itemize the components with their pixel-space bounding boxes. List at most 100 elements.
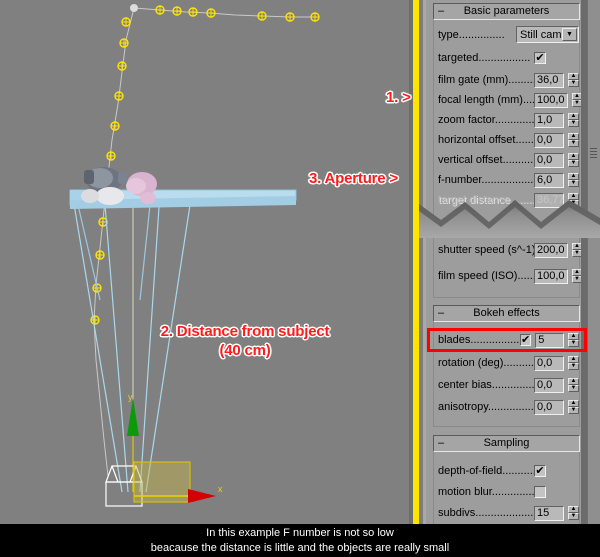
spinner-up-icon[interactable]: ▲ <box>568 399 579 407</box>
row-shutter-speed: shutter speed (s^-1). 200,0 ▲ ▼ <box>438 242 583 258</box>
focal-length-input[interactable]: 100,0 <box>534 92 568 108</box>
type-dropdown[interactable]: Still cam ▼ <box>516 26 579 43</box>
rollout-header-sampling[interactable]: – Sampling <box>433 435 580 452</box>
scrollbar-grip-icon[interactable] <box>590 148 597 162</box>
caption-line-1: In this example F number is not so low <box>206 527 394 539</box>
spinner-up-icon[interactable]: ▲ <box>568 72 579 80</box>
label-horizontal-offset: horizontal offset....... <box>438 134 537 146</box>
anisotropy-input[interactable]: 0,0 <box>534 399 564 415</box>
rollout-title: Sampling <box>483 437 530 449</box>
rollout-body-bokeh-effects: blades................. ✔ 5 ▲ ▼ rotation… <box>433 322 580 427</box>
panel-scrollbar[interactable] <box>587 0 600 557</box>
axis-x-arrow <box>133 461 216 503</box>
blades-checkbox[interactable]: ✔ <box>520 334 532 346</box>
label-vertical-offset: vertical offset........... <box>438 154 537 166</box>
camera-path-lower <box>93 7 135 477</box>
row-anisotropy: anisotropy................ 0,0 ▲ ▼ <box>438 399 579 415</box>
zoom-factor-spinner[interactable]: ▲ ▼ <box>568 112 579 128</box>
spinner-down-icon[interactable]: ▼ <box>568 119 579 127</box>
spinner-down-icon[interactable]: ▼ <box>568 384 579 392</box>
spinner-down-icon[interactable]: ▼ <box>568 139 579 147</box>
spinner-up-icon[interactable]: ▲ <box>568 332 579 340</box>
label-motion-blur: motion blur............... <box>438 486 538 498</box>
film-speed-input[interactable]: 100,0 <box>534 268 568 284</box>
targeted-checkbox[interactable]: ✔ <box>534 52 546 64</box>
subdivs-spinner[interactable]: ▲ ▼ <box>568 505 579 521</box>
rollout-title: Bokeh effects <box>473 307 540 319</box>
label-anisotropy: anisotropy................ <box>438 401 537 413</box>
f-number-input[interactable]: 6,0 <box>534 172 564 188</box>
spinner-up-icon[interactable]: ▲ <box>568 172 579 180</box>
rollout-header-basic-parameters[interactable]: – Basic parameters <box>433 3 580 20</box>
viewport-3d[interactable]: x y 2. Distance from subject (40 cm) <box>0 0 413 557</box>
spinner-down-icon[interactable]: ▼ <box>568 79 579 87</box>
label-blades: blades................. <box>438 334 523 346</box>
spinner-up-icon[interactable]: ▲ <box>568 377 579 385</box>
rotation-spinner[interactable]: ▲ ▼ <box>568 355 579 371</box>
film-gate-input[interactable]: 36,0 <box>534 72 564 88</box>
spinner-down-icon[interactable]: ▼ <box>568 339 579 347</box>
row-motion-blur: motion blur............... <box>438 484 579 500</box>
row-zoom-factor: zoom factor............... 1,0 ▲ ▼ <box>438 112 579 128</box>
row-blades: blades................. ✔ 5 ▲ ▼ <box>438 332 579 348</box>
blades-spinner[interactable]: ▲ ▼ <box>568 332 579 348</box>
rotation-input[interactable]: 0,0 <box>534 355 564 371</box>
collapse-icon[interactable]: – <box>438 4 444 19</box>
rollout-header-bokeh-effects[interactable]: – Bokeh effects <box>433 305 580 322</box>
blades-input[interactable]: 5 <box>535 332 564 348</box>
spinner-up-icon[interactable]: ▲ <box>568 112 579 120</box>
row-film-speed: film speed (ISO)....... 100,0 ▲ ▼ <box>438 268 583 284</box>
spinner-up-icon[interactable]: ▲ <box>568 132 579 140</box>
keyframe-markers <box>90 5 320 325</box>
rollout-bokeh-effects: – Bokeh effects blades................. … <box>433 305 580 427</box>
subdivs-input[interactable]: 15 <box>534 505 564 521</box>
f-number-spinner[interactable]: ▲ ▼ <box>568 172 579 188</box>
spinner-up-icon[interactable]: ▲ <box>568 355 579 363</box>
spinner-down-icon[interactable]: ▼ <box>568 179 579 187</box>
spinner-down-icon[interactable]: ▼ <box>568 159 579 167</box>
collapse-icon[interactable]: – <box>438 306 444 321</box>
vertical-offset-spinner[interactable]: ▲ ▼ <box>568 152 579 168</box>
label-shutter-speed: shutter speed (s^-1). <box>438 244 539 256</box>
rollout-basic-parameters: – Basic parameters type............... S… <box>433 3 583 298</box>
table-surface <box>69 189 297 301</box>
label-type: type............... <box>438 28 505 41</box>
row-rotation: rotation (deg)........... 0,0 ▲ ▼ <box>438 355 579 371</box>
axis-x-label: x <box>218 484 223 494</box>
row-center-bias: center bias............... 0,0 ▲ ▼ <box>438 377 579 393</box>
film-gate-spinner[interactable]: ▲ ▼ <box>568 72 579 88</box>
command-panel-rollouts: – Basic parameters type............... S… <box>426 0 586 557</box>
path-start-dot <box>130 4 138 12</box>
annotation-aperture: 3. Aperture > <box>309 170 398 187</box>
depth-of-field-checkbox[interactable]: ✔ <box>534 465 546 477</box>
annotation-distance: 2. Distance from subject (40 cm) <box>137 322 353 360</box>
anisotropy-spinner[interactable]: ▲ ▼ <box>568 399 579 415</box>
scene-objects <box>81 167 157 205</box>
axis-y-label: y <box>128 392 133 402</box>
spinner-up-icon[interactable]: ▲ <box>568 505 579 513</box>
horizontal-offset-spinner[interactable]: ▲ ▼ <box>568 132 579 148</box>
horizontal-offset-input[interactable]: 0,0 <box>534 132 564 148</box>
rollout-body-basic-parameters: type............... Still cam ▼ targeted… <box>433 20 583 298</box>
vertical-offset-input[interactable]: 0,0 <box>534 152 564 168</box>
label-film-speed: film speed (ISO)....... <box>438 270 539 282</box>
rollout-body-sampling: depth-of-field............ ✔ motion blur… <box>433 452 580 533</box>
spinner-down-icon[interactable]: ▼ <box>568 512 579 520</box>
row-targeted: targeted................. ✔ <box>438 50 579 66</box>
center-bias-input[interactable]: 0,0 <box>534 377 564 393</box>
zoom-factor-input[interactable]: 1,0 <box>534 112 564 128</box>
command-panel[interactable]: – Basic parameters type............... S… <box>426 0 600 557</box>
label-focal-length: focal length (mm)..... <box>438 94 539 106</box>
shutter-speed-input[interactable]: 200,0 <box>534 242 568 258</box>
spinner-down-icon[interactable]: ▼ <box>568 362 579 370</box>
torn-paper-overlay <box>419 200 600 238</box>
motion-blur-checkbox[interactable] <box>534 486 546 498</box>
spinner-up-icon[interactable]: ▲ <box>568 152 579 160</box>
label-targeted: targeted................. <box>438 52 531 64</box>
center-bias-spinner[interactable]: ▲ ▼ <box>568 377 579 393</box>
chevron-down-icon[interactable]: ▼ <box>562 28 577 41</box>
rollout-title: Basic parameters <box>463 5 550 17</box>
keyframe-marker-crosses <box>91 6 319 324</box>
spinner-down-icon[interactable]: ▼ <box>568 406 579 414</box>
collapse-icon[interactable]: – <box>438 436 444 451</box>
